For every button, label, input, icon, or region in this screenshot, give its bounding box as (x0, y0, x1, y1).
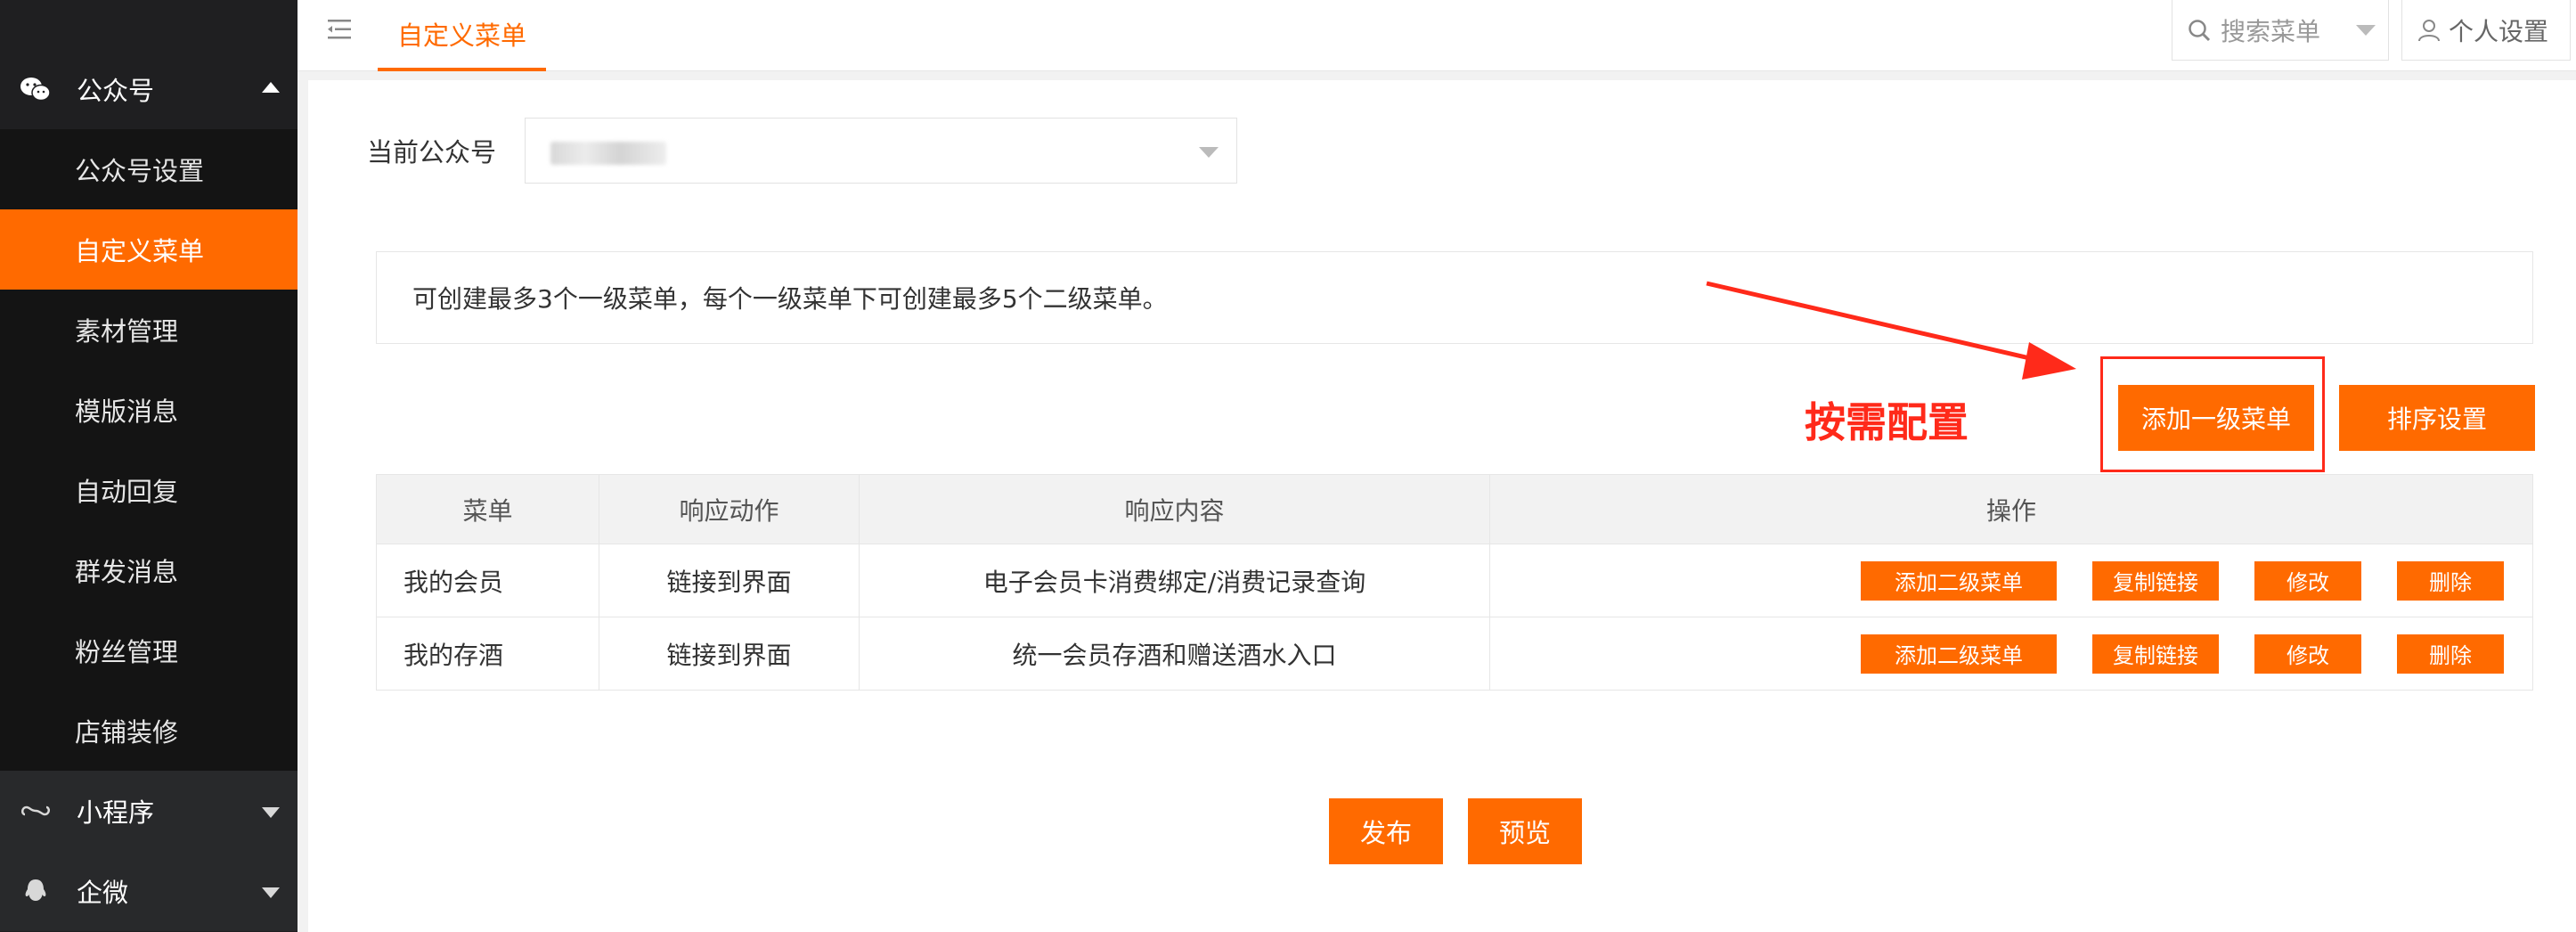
wecom-icon (18, 873, 53, 909)
sidebar-submenu: 公众号设置 自定义菜单 素材管理 模版消息 自动回复 群发消息 粉丝管理 店铺装… (0, 129, 298, 771)
sidebar-item-mass-messages[interactable]: 群发消息 (0, 530, 298, 610)
main-panel: 当前公众号 可创建最多3个一级菜单，每个一级菜单下可创建最多5个二级菜单。 按需… (308, 80, 2576, 932)
search-placeholder: 搜索菜单 (2221, 16, 2321, 46)
cell-operations: 添加二级菜单 复制链接 修改 删除 (1489, 544, 2533, 617)
column-header-content: 响应内容 (859, 474, 1490, 544)
preview-button[interactable]: 预览 (1468, 798, 1582, 864)
add-top-menu-button[interactable]: 添加一级菜单 (2118, 385, 2314, 451)
cell-operations: 添加二级菜单 复制链接 修改 删除 (1489, 617, 2533, 691)
account-name-redacted (550, 142, 667, 165)
chevron-up-icon (262, 82, 280, 93)
cell-menu: 我的存酒 (376, 617, 599, 691)
add-submenu-button[interactable]: 添加二级菜单 (1861, 634, 2057, 674)
sidebar-group-label: 小程序 (77, 797, 155, 828)
search-menu-select[interactable]: 搜索菜单 (2172, 0, 2389, 61)
edit-button[interactable]: 修改 (2254, 560, 2361, 601)
cell-action: 链接到界面 (599, 544, 860, 617)
edit-button[interactable]: 修改 (2254, 634, 2361, 674)
cell-menu: 我的会员 (376, 544, 599, 617)
column-header-menu: 菜单 (376, 474, 599, 544)
table-row: 我的存酒 链接到界面 统一会员存酒和赠送酒水入口 添加二级菜单 复制链接 修改 … (376, 617, 2533, 691)
sidebar-item-template-messages[interactable]: 模版消息 (0, 370, 298, 450)
menu-table: 菜单 响应动作 响应内容 操作 我的会员 链接到界面 电子会员卡消费绑定/消费记… (376, 474, 2533, 691)
sidebar: 公众号 公众号设置 自定义菜单 素材管理 模版消息 自动回复 群发消息 粉丝管理… (0, 0, 298, 932)
sidebar-group-label: 公众号 (77, 76, 155, 106)
caret-down-icon (1199, 147, 1219, 158)
sidebar-group-miniprogram[interactable]: 小程序 (0, 771, 298, 851)
cell-content: 电子会员卡消费绑定/消费记录查询 (859, 544, 1490, 617)
sidebar-item-auto-reply[interactable]: 自动回复 (0, 450, 298, 530)
copy-link-button[interactable]: 复制链接 (2092, 560, 2219, 601)
sidebar-group-label: 企微 (77, 878, 129, 908)
sidebar-item-store-decor[interactable]: 店铺装修 (0, 691, 298, 771)
copy-link-button[interactable]: 复制链接 (2092, 634, 2219, 674)
sidebar-group-official-account[interactable]: 公众号 (0, 49, 298, 129)
user-settings-label: 个人设置 (2449, 16, 2549, 46)
annotation-text: 按需配置 (1805, 398, 1969, 446)
user-icon (2417, 18, 2441, 43)
table-header-row: 菜单 响应动作 响应内容 操作 (376, 474, 2533, 544)
sidebar-item-account-settings[interactable]: 公众号设置 (0, 129, 298, 209)
top-bar: 自定义菜单 搜索菜单 个人设置 (298, 0, 2576, 71)
cell-action: 链接到界面 (599, 617, 860, 691)
publish-button[interactable]: 发布 (1329, 798, 1443, 864)
miniprogram-icon (18, 793, 53, 829)
account-select[interactable] (525, 118, 1238, 184)
menu-fold-icon[interactable] (326, 16, 353, 43)
column-header-action: 响应动作 (599, 474, 860, 544)
sidebar-item-materials[interactable]: 素材管理 (0, 290, 298, 370)
column-header-operations: 操作 (1489, 474, 2533, 544)
caret-down-icon (2356, 25, 2376, 36)
account-row: 当前公众号 (367, 118, 1238, 184)
chevron-down-icon (262, 807, 280, 818)
wechat-icon (18, 71, 53, 107)
sidebar-group-wecom[interactable]: 企微 (0, 851, 298, 931)
sidebar-item-custom-menu[interactable]: 自定义菜单 (0, 209, 298, 290)
sidebar-item-fans[interactable]: 粉丝管理 (0, 610, 298, 691)
table-row: 我的会员 链接到界面 电子会员卡消费绑定/消费记录查询 添加二级菜单 复制链接 … (376, 544, 2533, 617)
chevron-down-icon (262, 887, 280, 898)
user-settings-button[interactable]: 个人设置 (2401, 0, 2571, 61)
delete-button[interactable]: 删除 (2397, 560, 2504, 601)
menu-limit-notice: 可创建最多3个一级菜单，每个一级菜单下可创建最多5个二级菜单。 (376, 251, 2533, 344)
delete-button[interactable]: 删除 (2397, 634, 2504, 674)
tab-custom-menu[interactable]: 自定义菜单 (378, 0, 547, 71)
add-submenu-button[interactable]: 添加二级菜单 (1861, 560, 2057, 601)
search-icon (2187, 18, 2212, 43)
sort-settings-button[interactable]: 排序设置 (2339, 385, 2535, 451)
account-label: 当前公众号 (367, 137, 497, 168)
cell-content: 统一会员存酒和赠送酒水入口 (859, 617, 1490, 691)
